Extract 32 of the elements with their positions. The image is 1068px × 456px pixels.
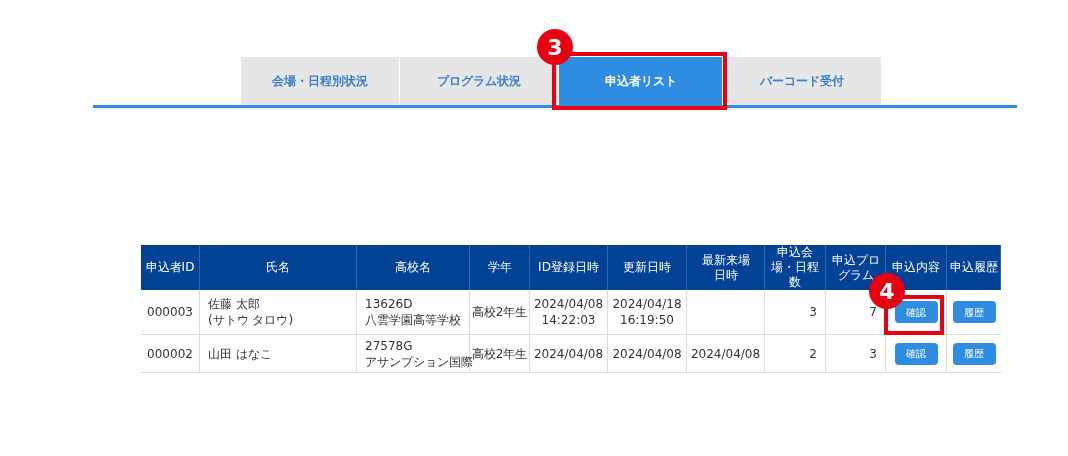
table-cell: 高校2年生 <box>470 290 530 334</box>
table-cell: 13626D 八雲学園高等学校 <box>357 290 470 334</box>
table-cell: 2024/04/08 <box>608 335 687 372</box>
table-cell: 3 <box>826 335 886 372</box>
column-header: 学年 <box>487 260 512 275</box>
column-header: 申込履歴 <box>949 260 998 275</box>
tab[interactable]: 申込者リスト <box>559 57 722 105</box>
table-cell: 2024/04/08 <box>530 335 608 372</box>
column-header: 氏名 <box>266 260 290 275</box>
tab[interactable]: プログラム状況 <box>400 57 558 105</box>
table-cell: 2024/04/08 <box>687 335 765 372</box>
table-cell: 2 <box>765 335 826 372</box>
table-cell: 佐藤 太郎 (サトウ タロウ) <box>200 290 357 334</box>
table-cell: 000002 <box>141 335 200 372</box>
tab[interactable]: 会場・日程別状況 <box>241 57 399 105</box>
confirm-button[interactable]: 確認 <box>894 342 938 365</box>
confirm-button[interactable]: 確認 <box>894 301 938 323</box>
column-header: ID登録日時 <box>538 260 599 275</box>
history-button[interactable]: 履歴 <box>952 301 996 323</box>
table-cell: 2024/04/08 14:22:03 <box>530 290 608 334</box>
table-cell: 山田 はなこ <box>200 335 357 372</box>
column-header: 最新来場日時 <box>701 252 750 283</box>
column-header: 申込会場・日程数 <box>771 245 819 290</box>
table-cell: 2024/04/18 16:19:50 <box>608 290 687 334</box>
column-header: 申込内容 <box>892 260 940 275</box>
callout-number: 3 <box>537 29 573 65</box>
column-header: 更新日時 <box>623 260 671 275</box>
history-button[interactable]: 履歴 <box>952 342 996 365</box>
table-cell: 000003 <box>141 290 200 334</box>
column-header: 申込者ID <box>145 260 195 275</box>
column-header: 高校名 <box>395 260 431 275</box>
table-cell: 3 <box>765 290 826 334</box>
